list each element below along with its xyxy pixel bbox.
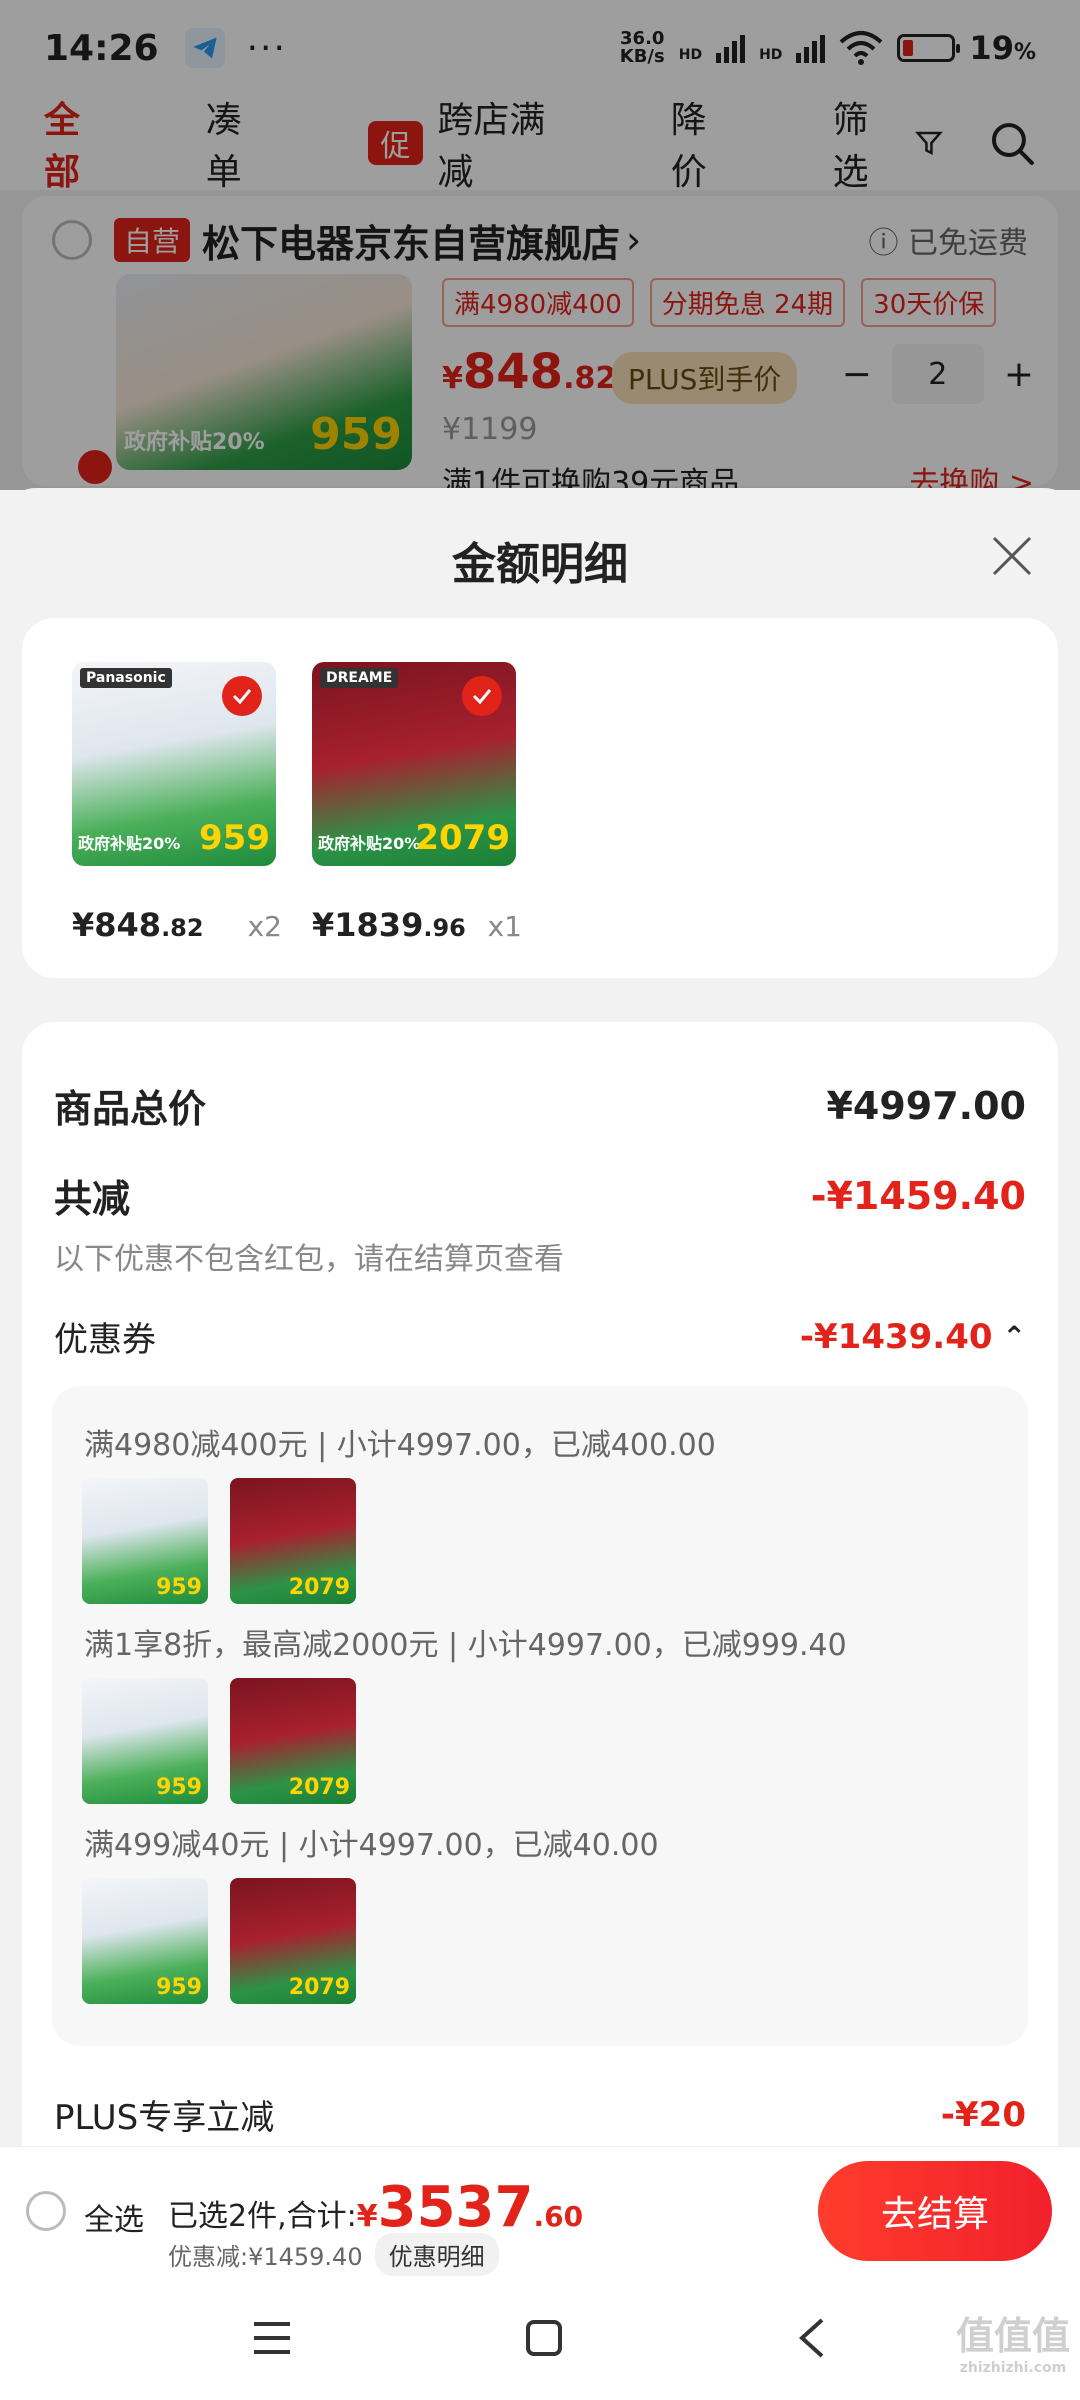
product-image: DREAME 政府补贴20% 2079	[312, 662, 516, 866]
mini-product-image: 959	[82, 1678, 208, 1804]
close-icon[interactable]	[984, 528, 1040, 584]
reduce-label: 共减	[54, 1177, 131, 1221]
mini-product-image: 959	[82, 1878, 208, 2004]
coupon-products: 959 2079	[82, 1878, 356, 2004]
checkout-bar: 全选 已选2件,合计: ¥ 3537 .60 优惠减:¥1459.40 优惠明细…	[0, 2146, 1080, 2276]
product-price: ¥1839.96 x1	[312, 906, 522, 944]
mini-product-image: 2079	[230, 1878, 356, 2004]
coupon-details: 满4980减400元 | 小计4997.00，已减400.00 959 2079…	[52, 1386, 1028, 2046]
discount-summary: 优惠减:¥1459.40 优惠明细	[168, 2233, 499, 2276]
coupon-products: 959 2079	[82, 1678, 356, 1804]
back-icon[interactable]	[794, 2316, 830, 2360]
selected-summary: 已选2件,合计: ¥ 3537 .60	[168, 2175, 584, 2240]
check-icon	[462, 676, 502, 716]
coupon-line: 满1享8折，最高减2000元 | 小计4997.00，已减999.40	[84, 1628, 847, 1663]
coupon-line: 满4980减400元 | 小计4997.00，已减400.00	[84, 1428, 716, 1463]
watermark: 值值值 zhizhizhi.com	[955, 2314, 1070, 2376]
select-all-radio[interactable]	[26, 2191, 66, 2231]
total-label: 商品总价	[54, 1087, 207, 1131]
chevron-up-icon[interactable]: ⌃	[1003, 1320, 1026, 1353]
checkout-button[interactable]: 去结算	[818, 2161, 1052, 2261]
menu-icon[interactable]	[250, 2318, 294, 2358]
sheet-title: 金额明细	[452, 539, 628, 590]
product-image: Panasonic 政府补贴20% 959	[72, 662, 276, 866]
plus-label: PLUS专享立减	[54, 2098, 275, 2138]
product-price: ¥848.82 x2	[72, 906, 282, 944]
coupon-row[interactable]: 优惠券 -¥1439.40 ⌃	[54, 1312, 1026, 1361]
plus-value: -¥20	[940, 2094, 1026, 2135]
product-qty: x2	[247, 910, 282, 943]
coupon-products: 959 2079	[82, 1478, 356, 1604]
modal-overlay[interactable]	[0, 0, 1080, 490]
discount-detail-button[interactable]: 优惠明细	[374, 2233, 499, 2276]
price-breakdown-card: 商品总价 ¥4997.00 共减 -¥1459.40 以下优惠不包含红包，请在结…	[22, 1022, 1058, 2242]
check-icon	[222, 676, 262, 716]
mini-product-image: 2079	[230, 1678, 356, 1804]
mini-product-image: 959	[82, 1478, 208, 1604]
selected-products-card: Panasonic 政府补贴20% 959 ¥848.82 x2 DREAME …	[22, 618, 1058, 978]
reduce-value: -¥1459.40	[810, 1173, 1026, 1218]
product-qty: x1	[487, 910, 522, 943]
coupon-label: 优惠券	[54, 1320, 156, 1360]
mini-product-image: 2079	[230, 1478, 356, 1604]
reduce-row: 共减 -¥1459.40	[54, 1168, 1026, 1223]
total-value: ¥4997.00	[826, 1083, 1026, 1128]
select-all-label[interactable]: 全选	[84, 2195, 144, 2239]
product-item[interactable]: DREAME 政府补贴20% 2079 ¥1839.96 x1	[312, 662, 522, 944]
total-row: 商品总价 ¥4997.00	[54, 1078, 1026, 1133]
amount-detail-sheet: 金额明细 Panasonic 政府补贴20% 959 ¥848.82 x2 DR…	[0, 488, 1080, 2400]
product-item[interactable]: Panasonic 政府补贴20% 959 ¥848.82 x2	[72, 662, 282, 944]
coupon-value: -¥1439.40 ⌃	[799, 1316, 1026, 1357]
total-amount: 3537	[377, 2175, 534, 2240]
reduce-note: 以下优惠不包含红包，请在结算页查看	[54, 1242, 564, 1277]
home-icon[interactable]	[524, 2318, 564, 2358]
system-nav-bar	[0, 2276, 1080, 2400]
plus-discount-row: PLUS专享立减 -¥20	[54, 2090, 1026, 2139]
coupon-line: 满499减40元 | 小计4997.00，已减40.00	[84, 1828, 659, 1863]
